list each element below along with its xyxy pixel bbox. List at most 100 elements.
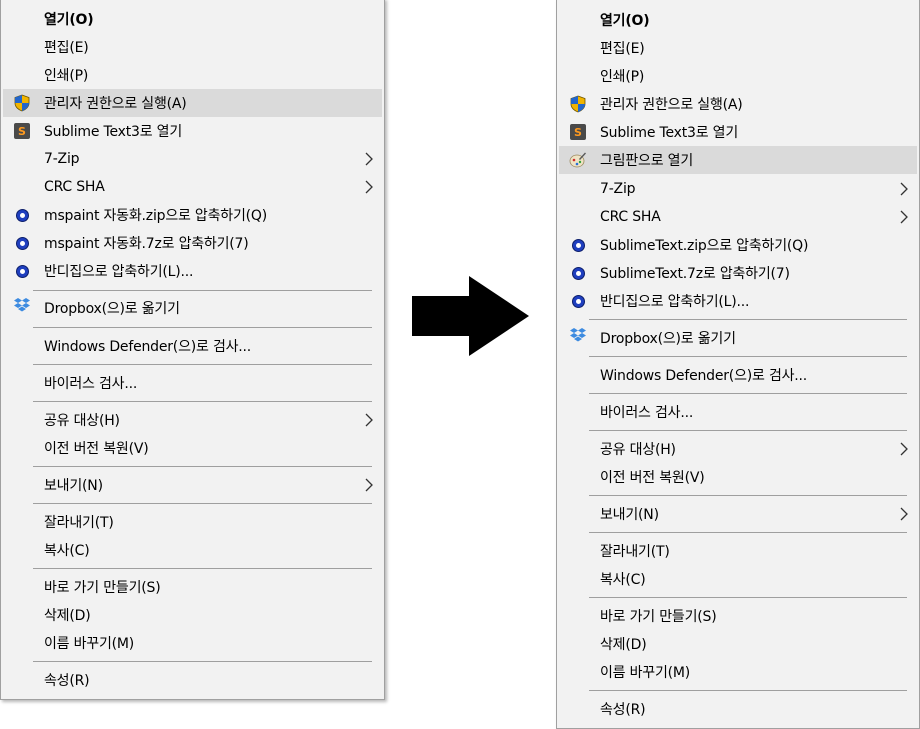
menu-item-restore-versions[interactable]: 이전 버전 복원(V) — [3, 434, 382, 462]
menu-item-copy[interactable]: 복사(C) — [559, 565, 917, 593]
menu-separator — [589, 495, 907, 496]
menu-item-create-shortcut[interactable]: 바로 가기 만들기(S) — [559, 602, 917, 630]
menu-item-print[interactable]: 인쇄(P) — [3, 61, 382, 89]
menu-item-open-sublime[interactable]: S Sublime Text3로 열기 — [559, 118, 917, 146]
menu-item-defender-scan[interactable]: Windows Defender(으)로 검사... — [559, 361, 917, 389]
menu-item-cut[interactable]: 잘라내기(T) — [3, 508, 382, 536]
menu-item-label: 인쇄(P) — [600, 69, 645, 85]
menu-item-virus-scan[interactable]: 바이러스 검사... — [559, 398, 917, 426]
menu-item-label: 바로 가기 만들기(S) — [44, 580, 161, 596]
menu-item-label: 보내기(N) — [600, 507, 659, 523]
bandizip-icon — [13, 206, 31, 224]
menu-item-7zip[interactable]: 7-Zip — [3, 145, 382, 173]
chevron-right-icon — [365, 180, 373, 194]
menu-item-crc-sha[interactable]: CRC SHA — [559, 203, 917, 231]
menu-item-label: 잘라내기(T) — [600, 544, 670, 560]
menu-item-rename[interactable]: 이름 바꾸기(M) — [559, 658, 917, 686]
bandizip-icon — [13, 262, 31, 280]
menu-item-dropbox[interactable]: Dropbox(으)로 옮기기 — [3, 294, 382, 322]
menu-item-label: 반디집으로 압축하기(L)... — [600, 294, 750, 310]
menu-item-label: 이름 바꾸기(M) — [600, 665, 691, 681]
chevron-right-icon — [900, 182, 908, 196]
bandizip-icon — [569, 264, 587, 282]
menu-item-defender-scan[interactable]: Windows Defender(으)로 검사... — [3, 332, 382, 360]
menu-item-delete[interactable]: 삭제(D) — [3, 601, 382, 629]
menu-item-label: 공유 대상(H) — [44, 413, 120, 429]
menu-separator — [589, 393, 907, 394]
menu-item-copy[interactable]: 복사(C) — [3, 536, 382, 564]
menu-separator — [33, 401, 372, 402]
menu-item-label: 7-Zip — [600, 181, 636, 197]
menu-item-create-shortcut[interactable]: 바로 가기 만들기(S) — [3, 573, 382, 601]
menu-item-compress-7z[interactable]: mspaint 자동화.7z로 압축하기(7) — [3, 229, 382, 257]
menu-separator — [33, 661, 372, 662]
menu-item-label: Dropbox(으)로 옮기기 — [44, 301, 180, 317]
menu-item-dropbox[interactable]: Dropbox(으)로 옮기기 — [559, 324, 917, 352]
menu-item-label: 삭제(D) — [44, 608, 91, 624]
menu-item-compress-bandizip[interactable]: 반디집으로 압축하기(L)... — [559, 287, 917, 315]
menu-item-label: Windows Defender(으)로 검사... — [600, 368, 808, 384]
menu-item-label: 이전 버전 복원(V) — [44, 441, 149, 457]
menu-item-label: 속성(R) — [600, 702, 646, 718]
menu-item-label: Sublime Text3로 열기 — [600, 125, 739, 141]
menu-item-label: mspaint 자동화.zip으로 압축하기(Q) — [44, 208, 267, 224]
menu-item-send-to[interactable]: 보내기(N) — [559, 500, 917, 528]
menu-item-crc-sha[interactable]: CRC SHA — [3, 173, 382, 201]
menu-item-virus-scan[interactable]: 바이러스 검사... — [3, 369, 382, 397]
menu-separator — [33, 503, 372, 504]
chevron-right-icon — [365, 152, 373, 166]
menu-item-edit[interactable]: 편집(E) — [3, 33, 382, 61]
bandizip-icon — [13, 234, 31, 252]
menu-item-cut[interactable]: 잘라내기(T) — [559, 537, 917, 565]
menu-item-label: 7-Zip — [44, 151, 80, 167]
menu-item-label: 편집(E) — [44, 40, 89, 56]
menu-item-label: 공유 대상(H) — [600, 442, 676, 458]
menu-item-label: SublimeText.7z로 압축하기(7) — [600, 266, 790, 282]
menu-item-label: 이름 바꾸기(M) — [44, 636, 135, 652]
chevron-right-icon — [900, 507, 908, 521]
chevron-right-icon — [900, 210, 908, 224]
menu-item-label: 관리자 권한으로 실행(A) — [600, 97, 743, 113]
menu-item-label: 인쇄(P) — [44, 68, 89, 84]
menu-item-label: Windows Defender(으)로 검사... — [44, 339, 252, 355]
menu-item-label: 편집(E) — [600, 41, 645, 57]
menu-item-edit[interactable]: 편집(E) — [559, 34, 917, 62]
menu-item-label: 속성(R) — [44, 673, 90, 689]
menu-item-label: Sublime Text3로 열기 — [44, 124, 183, 140]
menu-item-label: SublimeText.zip으로 압축하기(Q) — [600, 238, 809, 254]
menu-item-compress-bandizip[interactable]: 반디집으로 압축하기(L)... — [3, 257, 382, 285]
menu-item-properties[interactable]: 속성(R) — [3, 666, 382, 694]
menu-item-open[interactable]: 열기(O) — [3, 5, 382, 33]
menu-separator — [33, 290, 372, 291]
menu-item-compress-7z[interactable]: SublimeText.7z로 압축하기(7) — [559, 259, 917, 287]
menu-item-label: 반디집으로 압축하기(L)... — [44, 264, 194, 280]
menu-separator — [589, 356, 907, 357]
menu-item-properties[interactable]: 속성(R) — [559, 695, 917, 723]
uac-shield-icon — [13, 94, 31, 112]
menu-item-send-to[interactable]: 보내기(N) — [3, 471, 382, 499]
context-menu-before: 열기(O) 편집(E) 인쇄(P) 관리자 권한으로 실행(A) S Subli… — [0, 0, 385, 700]
sublime-text-icon: S — [13, 122, 31, 140]
menu-item-open[interactable]: 열기(O) — [559, 6, 917, 34]
menu-item-share-with[interactable]: 공유 대상(H) — [559, 435, 917, 463]
menu-item-print[interactable]: 인쇄(P) — [559, 62, 917, 90]
menu-item-7zip[interactable]: 7-Zip — [559, 175, 917, 203]
menu-separator — [33, 364, 372, 365]
menu-item-run-as-admin[interactable]: 관리자 권한으로 실행(A) — [559, 90, 917, 118]
menu-item-rename[interactable]: 이름 바꾸기(M) — [3, 629, 382, 657]
menu-item-label: 이전 버전 복원(V) — [600, 470, 705, 486]
menu-item-compress-zip[interactable]: SublimeText.zip으로 압축하기(Q) — [559, 231, 917, 259]
menu-item-open-sublime[interactable]: S Sublime Text3로 열기 — [3, 117, 382, 145]
chevron-right-icon — [365, 413, 373, 427]
chevron-right-icon — [900, 442, 908, 456]
menu-item-open-paint[interactable]: 그림판으로 열기 — [559, 146, 917, 174]
menu-item-label: 관리자 권한으로 실행(A) — [44, 96, 187, 112]
dropbox-icon — [13, 296, 31, 314]
menu-item-run-as-admin[interactable]: 관리자 권한으로 실행(A) — [3, 89, 382, 117]
menu-item-share-with[interactable]: 공유 대상(H) — [3, 406, 382, 434]
menu-item-restore-versions[interactable]: 이전 버전 복원(V) — [559, 463, 917, 491]
menu-item-compress-zip[interactable]: mspaint 자동화.zip으로 압축하기(Q) — [3, 201, 382, 229]
sublime-text-icon: S — [569, 123, 587, 141]
menu-item-label: 복사(C) — [600, 572, 646, 588]
menu-item-delete[interactable]: 삭제(D) — [559, 630, 917, 658]
